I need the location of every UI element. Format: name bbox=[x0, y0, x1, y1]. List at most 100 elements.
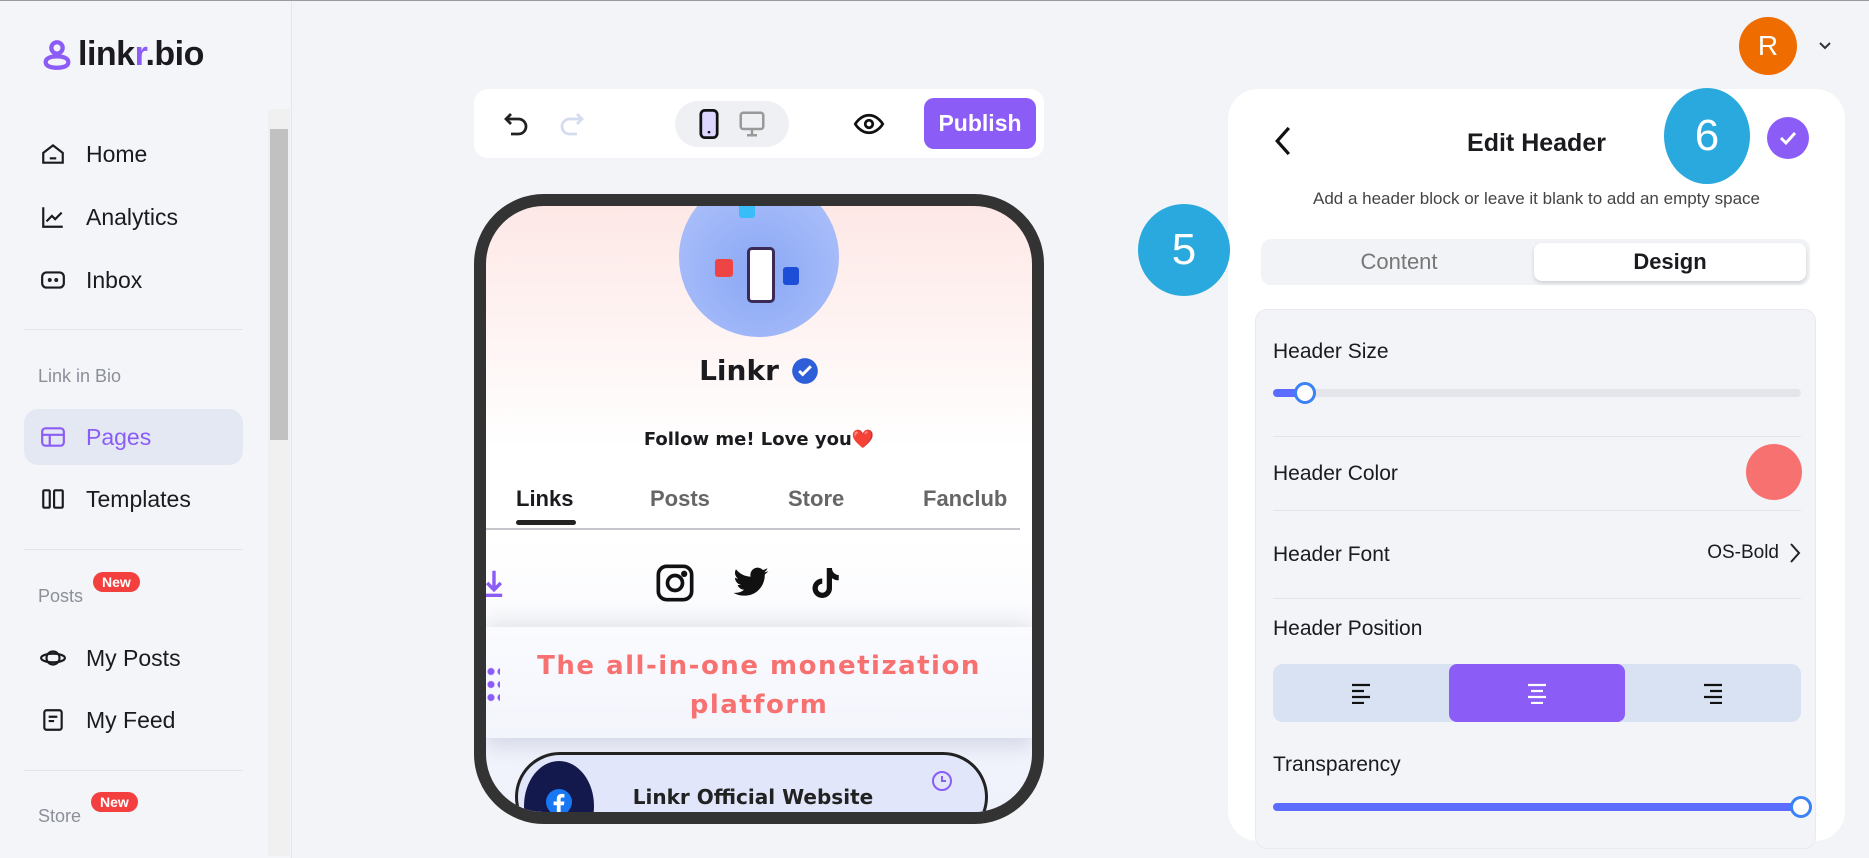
publish-button[interactable]: Publish bbox=[924, 98, 1036, 149]
logo-text: link bbox=[78, 35, 135, 73]
profile-avatar-image bbox=[679, 206, 839, 337]
header-text-line2: platform bbox=[689, 690, 829, 720]
header-color-label: Header Color bbox=[1273, 462, 1398, 485]
divider bbox=[24, 770, 243, 771]
tab-content[interactable]: Content bbox=[1263, 243, 1535, 281]
preview-eye-icon[interactable] bbox=[853, 109, 885, 139]
divider bbox=[1273, 598, 1801, 599]
home-icon bbox=[42, 143, 64, 164]
link-title: Linkr Official Website bbox=[632, 785, 874, 809]
illustration-shape bbox=[715, 259, 733, 277]
logo-icon bbox=[43, 39, 71, 70]
step-annotation-6: 6 bbox=[1664, 88, 1750, 184]
align-left-button[interactable] bbox=[1273, 664, 1449, 722]
download-icon[interactable] bbox=[484, 568, 504, 598]
illustration-shape bbox=[783, 267, 799, 285]
redo-icon[interactable] bbox=[556, 109, 588, 139]
preview-tab-fanclub[interactable]: Fanclub bbox=[923, 486, 1007, 512]
preview-tab-posts[interactable]: Posts bbox=[650, 486, 710, 512]
slider-thumb[interactable] bbox=[1790, 796, 1812, 818]
tab-design[interactable]: Design bbox=[1534, 243, 1806, 281]
section-title: Store bbox=[38, 806, 82, 826]
phone-preview: Linkr Follow me! Love you❤️ Links Posts … bbox=[474, 194, 1044, 824]
verified-badge-icon bbox=[792, 357, 818, 384]
align-right-button[interactable] bbox=[1625, 664, 1801, 722]
sidebar-item-home[interactable]: Home bbox=[24, 126, 243, 182]
profile-bio: Follow me! Love you❤️ bbox=[643, 429, 875, 450]
header-font-select[interactable]: OS-Bold bbox=[1707, 542, 1801, 564]
preview-tab-store[interactable]: Store bbox=[788, 486, 844, 512]
header-size-slider[interactable] bbox=[1273, 382, 1801, 404]
layout-icon bbox=[41, 427, 65, 447]
profile-name: Linkr bbox=[699, 354, 779, 387]
header-text-line1: The all-in-one monetization bbox=[537, 651, 981, 681]
avatar-initial: R bbox=[1757, 30, 1779, 61]
align-center-icon bbox=[1528, 683, 1546, 704]
panel-subtitle: Add a header block or leave it blank to … bbox=[1312, 189, 1760, 208]
transparency-label: Transparency bbox=[1273, 753, 1401, 776]
sidebar-item-analytics[interactable]: Analytics bbox=[24, 189, 243, 245]
step-number: 5 bbox=[1171, 225, 1197, 274]
logo-accent: r bbox=[134, 35, 146, 73]
edit-header-panel: Edit Header Add a header block or leave … bbox=[1228, 89, 1845, 849]
mobile-icon[interactable] bbox=[699, 109, 719, 139]
sidebar-item-pages[interactable]: Pages bbox=[24, 409, 243, 465]
slider-fill bbox=[1273, 803, 1801, 811]
profile-name-row: Linkr bbox=[486, 354, 1032, 387]
divider bbox=[1273, 436, 1801, 437]
header-color-swatch[interactable] bbox=[1746, 444, 1802, 500]
sidebar-item-inbox[interactable]: Inbox bbox=[24, 252, 243, 308]
columns-icon bbox=[42, 489, 64, 509]
editor-toolbar: Publish bbox=[474, 89, 1044, 158]
divider bbox=[24, 549, 243, 550]
sidebar-item-my-feed[interactable]: My Feed bbox=[24, 692, 243, 748]
align-center-button[interactable] bbox=[1449, 664, 1625, 722]
link-thumbnail bbox=[524, 761, 594, 812]
tiktok-icon[interactable] bbox=[808, 562, 844, 604]
confirm-button[interactable] bbox=[1767, 117, 1809, 159]
sidebar-item-label: Inbox bbox=[86, 266, 143, 293]
header-font-label: Header Font bbox=[1273, 543, 1390, 566]
align-right-icon bbox=[1704, 683, 1722, 704]
section-title: Posts bbox=[38, 586, 84, 606]
header-font-value: OS-Bold bbox=[1707, 542, 1779, 563]
chevron-right-icon bbox=[1790, 543, 1801, 563]
chart-line-icon bbox=[42, 207, 63, 228]
scrollbar-thumb[interactable] bbox=[270, 129, 288, 440]
undo-icon[interactable] bbox=[500, 109, 532, 139]
drag-handle-icon[interactable] bbox=[486, 665, 500, 705]
sidebar-item-templates[interactable]: Templates bbox=[24, 471, 243, 527]
schedule-clock-icon[interactable] bbox=[930, 769, 954, 793]
tabs-divider bbox=[486, 528, 1020, 530]
phone-illustration bbox=[747, 247, 775, 303]
active-tab-indicator bbox=[516, 520, 576, 525]
logo-suffix: .bio bbox=[145, 35, 204, 73]
divider bbox=[1273, 510, 1801, 511]
feed-icon bbox=[43, 709, 63, 731]
sidebar-item-label: My Feed bbox=[86, 706, 176, 733]
facebook-icon bbox=[546, 789, 572, 812]
section-title: Link in Bio bbox=[38, 366, 122, 386]
check-icon bbox=[1779, 131, 1797, 146]
illustration-shape bbox=[739, 206, 755, 218]
link-card[interactable]: Linkr Official Website bbox=[515, 752, 988, 812]
twitter-icon[interactable] bbox=[730, 564, 772, 602]
chevron-down-icon[interactable] bbox=[1817, 39, 1833, 51]
step-annotation-5: 5 bbox=[1138, 204, 1230, 296]
desktop-icon[interactable] bbox=[737, 109, 767, 139]
instagram-icon[interactable] bbox=[655, 562, 695, 604]
transparency-slider[interactable] bbox=[1273, 796, 1812, 818]
header-position-label: Header Position bbox=[1273, 617, 1423, 640]
header-block[interactable]: The all-in-one monetization platform bbox=[486, 627, 1032, 738]
sidebar-item-my-posts[interactable]: My Posts bbox=[24, 630, 243, 686]
header-size-label: Header Size bbox=[1273, 340, 1389, 363]
logo[interactable]: linkr.bio bbox=[40, 35, 204, 74]
divider bbox=[24, 329, 243, 330]
sidebar: linkr.bio Home Analytics Inbox Link in B… bbox=[0, 1, 292, 858]
slider-thumb[interactable] bbox=[1293, 382, 1316, 404]
sidebar-item-label: Templates bbox=[86, 485, 191, 512]
preview-tab-links[interactable]: Links bbox=[516, 486, 573, 512]
new-badge: New bbox=[93, 572, 140, 592]
header-position-segmented bbox=[1273, 664, 1801, 722]
avatar[interactable]: R bbox=[1739, 17, 1797, 75]
